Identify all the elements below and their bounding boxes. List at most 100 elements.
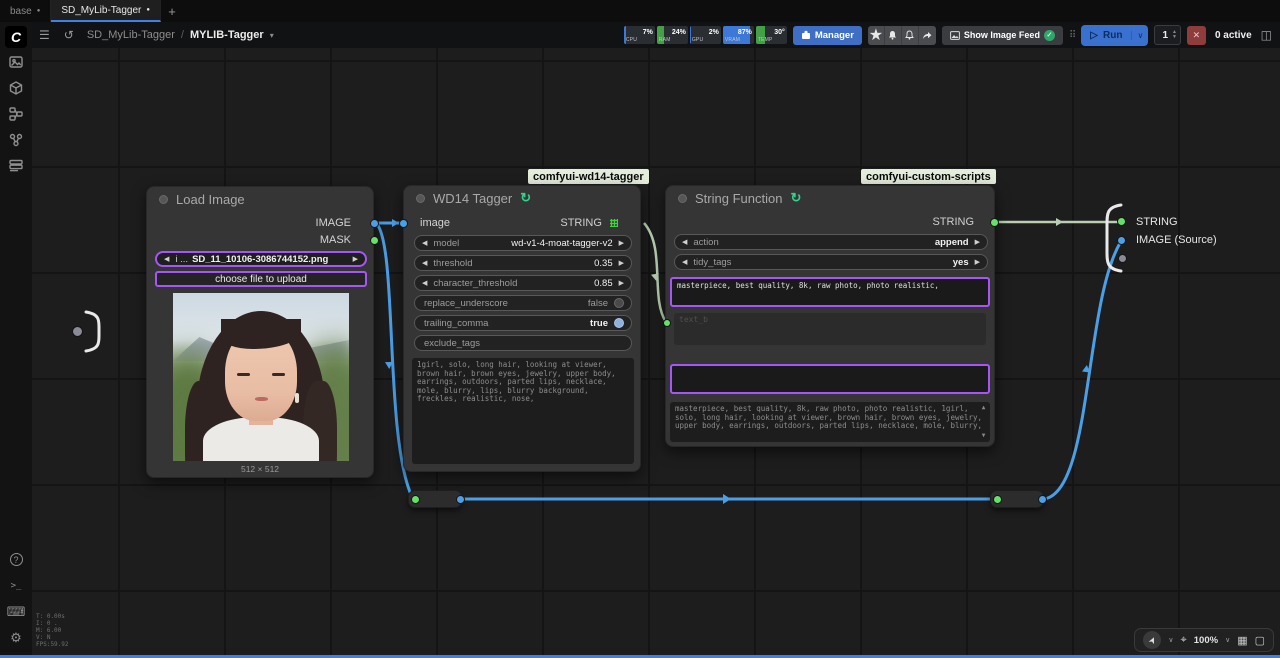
socket-wd14-image-input[interactable]	[399, 219, 408, 228]
pointer-tool-button[interactable]: ➤	[1143, 631, 1161, 649]
undo-icon[interactable]: ↺	[57, 28, 81, 42]
sidebar-templates-button[interactable]	[0, 153, 32, 178]
star-icon[interactable]: ★	[868, 26, 885, 45]
drag-handle-icon[interactable]: ⠿	[1069, 30, 1075, 41]
scroll-down-icon[interactable]: ▼	[982, 432, 986, 441]
batch-count-steppers[interactable]: ▲ ▼	[1172, 30, 1177, 40]
subgraph-output-image-socket[interactable]	[1117, 236, 1126, 245]
list-stack-icon	[8, 158, 24, 174]
manager-button[interactable]: Manager	[793, 26, 862, 45]
stat-line: M: 6.00	[36, 627, 69, 634]
image-preview[interactable]	[173, 293, 349, 461]
node-string-function[interactable]: String Function ↻ STRING ◀ action append…	[665, 185, 995, 447]
fit-view-icon[interactable]: ⌖	[1181, 634, 1187, 647]
menu-icon[interactable]: ☰	[32, 28, 57, 42]
socket-mask-output[interactable]	[370, 236, 379, 245]
sidebar-node-library-button[interactable]	[0, 101, 32, 126]
sidebar-terminal-button[interactable]: >_	[0, 573, 32, 598]
widget-character-threshold[interactable]: ◀ character_threshold 0.85 ▶	[414, 275, 632, 291]
combo-prev-icon[interactable]: ◀	[422, 279, 427, 287]
socket-sf-string-output[interactable]	[990, 218, 999, 227]
combo-next-icon[interactable]: ▶	[619, 239, 624, 247]
text-a-textarea[interactable]: masterpiece, best quality, 8k, raw photo…	[670, 277, 990, 307]
text-c-textarea[interactable]	[670, 364, 990, 394]
reroute2-input[interactable]	[993, 495, 1002, 504]
run-options-caret[interactable]: ∨	[1131, 31, 1148, 40]
stepper-down-icon[interactable]: ▼	[1172, 35, 1177, 40]
minimap-icon[interactable]: ▦	[1237, 634, 1247, 647]
scroll-up-icon[interactable]: ▲	[982, 404, 986, 413]
side-panel-toggle-icon[interactable]: ◫	[1261, 28, 1272, 42]
toggle-off-icon[interactable]	[614, 298, 624, 308]
sidebar-settings-button[interactable]: ⚙	[0, 625, 32, 650]
bell-alert-icon[interactable]	[902, 26, 919, 45]
combo-next-icon[interactable]: ▶	[975, 238, 980, 246]
sidebar-model-library-button[interactable]	[0, 75, 32, 100]
sidebar-queue-button[interactable]	[0, 49, 32, 74]
image-file-combo[interactable]: ◀ i ... SD_11_10106-3086744152.png ▶	[155, 251, 367, 267]
reroute1-output[interactable]	[456, 495, 465, 504]
collapse-dot-icon[interactable]	[678, 194, 687, 203]
sidebar-workflows-button[interactable]	[0, 127, 32, 152]
breadcrumb-parent[interactable]: SD_MyLib-Tagger	[87, 29, 175, 41]
sidebar-shortcuts-button[interactable]: ⌨	[0, 599, 32, 624]
combo-prev-icon[interactable]: ◀	[682, 258, 687, 266]
reroute2-output[interactable]	[1038, 495, 1047, 504]
widget-value: yes	[953, 257, 969, 268]
combo-next-icon[interactable]: ▶	[619, 279, 624, 287]
collapse-dot-icon[interactable]	[416, 194, 425, 203]
node-load-image-title[interactable]: Load Image	[147, 187, 373, 211]
share-arrow-icon[interactable]	[919, 26, 936, 45]
widget-tidy-tags[interactable]: ◀ tidy_tags yes ▶	[674, 254, 988, 270]
collapse-dot-icon[interactable]	[159, 195, 168, 204]
new-tab-button[interactable]: +	[161, 0, 183, 22]
comfyui-window: base ● SD_MyLib-Tagger ● + ☰ ↺ SD_MyLib-…	[0, 0, 1280, 658]
reroute1-input[interactable]	[411, 495, 420, 504]
subgraph-output-string-socket[interactable]	[1117, 217, 1126, 226]
expand-icon[interactable]: ▢	[1255, 634, 1265, 647]
combo-next-icon[interactable]: ▶	[619, 259, 624, 267]
tags-output-textarea[interactable]: 1girl, solo, long hair, looking at viewe…	[412, 358, 634, 464]
combo-prev-icon[interactable]: ◀	[422, 259, 427, 267]
workflow-icon	[8, 132, 24, 148]
tab-sd-mylib-tagger[interactable]: SD_MyLib-Tagger ●	[51, 0, 161, 22]
node-wd14-title[interactable]: WD14 Tagger ↻	[404, 186, 640, 210]
breadcrumb-current[interactable]: MYLIB-Tagger	[190, 29, 264, 41]
widget-trailing-comma[interactable]: trailing_comma true	[414, 315, 632, 331]
show-image-feed-button[interactable]: Show Image Feed ✓	[942, 26, 1063, 45]
combo-next-icon[interactable]: ▶	[353, 255, 358, 263]
cpu-value: 7%	[643, 29, 653, 36]
node-string-function-title[interactable]: String Function ↻	[666, 186, 994, 210]
tab-base[interactable]: base ●	[0, 0, 51, 22]
cancel-run-button[interactable]: ✕	[1187, 26, 1206, 45]
widget-threshold[interactable]: ◀ threshold 0.35 ▶	[414, 255, 632, 271]
widget-model[interactable]: ◀ model wd-v1-4-moat-tagger-v2 ▶	[414, 235, 632, 251]
combo-next-icon[interactable]: ▶	[975, 258, 980, 266]
result-preview-textarea[interactable]: masterpiece, best quality, 8k, raw photo…	[670, 402, 990, 442]
combo-prev-icon[interactable]: ◀	[164, 255, 169, 263]
node-wd14-tagger[interactable]: WD14 Tagger ↻ image STRING ◀ model wd-v1…	[403, 185, 641, 472]
bell-icon[interactable]	[885, 26, 902, 45]
subgraph-output-empty-socket[interactable]	[1118, 254, 1127, 263]
comfyui-logo[interactable]: C	[5, 26, 27, 48]
sidebar-help-button[interactable]: ?	[0, 547, 32, 572]
combo-prev-icon[interactable]: ◀	[422, 239, 427, 247]
scrollbar[interactable]: ▲ ▼	[979, 404, 988, 440]
widget-action[interactable]: ◀ action append ▶	[674, 234, 988, 250]
chevron-down-icon[interactable]: ▾	[270, 31, 274, 40]
combo-prev-icon[interactable]: ◀	[682, 238, 687, 246]
widget-exclude-tags[interactable]: exclude_tags	[414, 335, 632, 351]
choose-file-button[interactable]: choose file to upload	[155, 271, 367, 287]
zoom-level-label[interactable]: 100%	[1194, 635, 1218, 646]
run-button[interactable]: ▷ Run	[1081, 30, 1131, 41]
result-text: masterpiece, best quality, 8k, raw photo…	[675, 404, 982, 430]
subgraph-input-empty-socket[interactable]	[72, 326, 83, 337]
batch-count-input[interactable]: 1 ▲ ▼	[1154, 25, 1181, 45]
widget-replace-underscore[interactable]: replace_underscore false	[414, 295, 632, 311]
zoom-caret[interactable]: ∨	[1225, 636, 1230, 644]
socket-image-output[interactable]	[370, 219, 379, 228]
socket-textb-input[interactable]	[663, 319, 671, 327]
pointer-tool-caret[interactable]: ∨	[1168, 636, 1173, 644]
toggle-on-icon[interactable]	[614, 318, 624, 328]
node-load-image[interactable]: Load Image IMAGE MASK ◀ i ... SD_11_1010…	[146, 186, 374, 478]
